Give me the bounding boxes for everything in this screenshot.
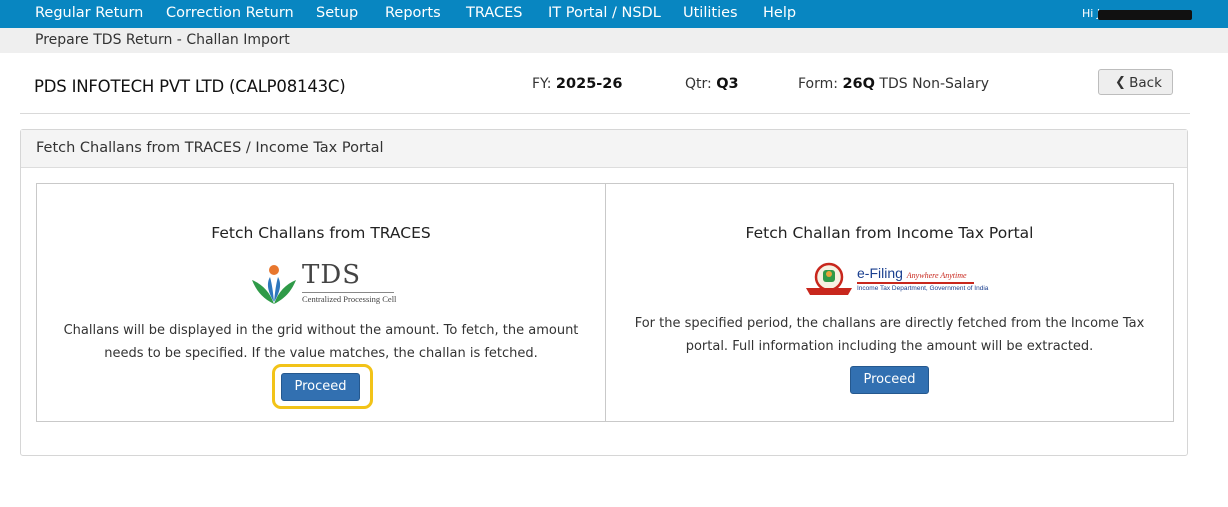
fy-value: 2025-26 <box>555 76 623 92</box>
efiling-logo-subtitle: Income Tax Department, Government of Ind… <box>857 285 989 292</box>
fy-label: FY: <box>532 76 552 92</box>
menu-setup[interactable]: Setup <box>316 0 358 27</box>
tds-cpc-logo: TDS Centralized Processing Cell <box>248 260 398 308</box>
form-info: Form: 26Q TDS Non-Salary <box>798 76 989 92</box>
top-nav-bar: Regular Return Correction Return Setup R… <box>0 0 1228 28</box>
back-button-label: Back <box>1129 75 1162 91</box>
efiling-logo-text: e-Filing Anywhere Anytime <box>857 265 967 281</box>
company-name: PDS INFOTECH PVT LTD (CALP08143C) <box>34 77 346 96</box>
efiling-logo: e-Filing Anywhere Anytime Income Tax Dep… <box>804 262 988 302</box>
panel-title: Fetch Challans from TRACES / Income Tax … <box>36 140 384 156</box>
highlight-box <box>272 364 373 409</box>
chevron-left-icon: ❮ <box>1115 75 1126 90</box>
back-button[interactable]: ❮ Back <box>1098 69 1173 95</box>
efiling-underline <box>857 282 974 284</box>
form-description: TDS Non-Salary <box>879 76 990 92</box>
national-emblem-icon <box>806 262 852 295</box>
qtr-info: Qtr: Q3 <box>685 76 739 92</box>
menu-regular-return[interactable]: Regular Return <box>35 0 143 27</box>
qtr-label: Qtr: <box>685 76 712 92</box>
efiling-tagline: Anywhere Anytime <box>906 271 967 280</box>
header-divider <box>20 113 1190 114</box>
panel-header: Fetch Challans from TRACES / Income Tax … <box>21 130 1187 168</box>
menu-utilities[interactable]: Utilities <box>683 0 738 27</box>
form-label: Form: <box>798 76 838 92</box>
breadcrumb-bar: Prepare TDS Return - Challan Import <box>0 28 1228 53</box>
menu-traces[interactable]: TRACES <box>466 0 523 27</box>
qtr-value: Q3 <box>716 76 739 92</box>
portal-card-title: Fetch Challan from Income Tax Portal <box>745 224 1034 242</box>
income-tax-portal-card: Fetch Challan from Income Tax Portal e-F… <box>605 183 1174 422</box>
menu-it-portal-nsdl[interactable]: IT Portal / NSDL <box>548 0 661 27</box>
tds-logo-text: TDS <box>302 260 361 290</box>
menu-reports[interactable]: Reports <box>385 0 441 27</box>
traces-card-title: Fetch Challans from TRACES <box>211 224 431 242</box>
menu-correction-return[interactable]: Correction Return <box>166 0 294 27</box>
tds-emblem-icon <box>252 265 296 304</box>
redacted-username <box>1098 10 1192 20</box>
portal-card-description: For the specified period, the challans a… <box>634 316 1145 354</box>
efiling-word: e-Filing <box>857 265 903 281</box>
tds-logo-subtitle: Centralized Processing Cell <box>302 292 397 304</box>
form-value: 26Q <box>842 76 875 92</box>
menu-help[interactable]: Help <box>763 0 796 27</box>
traces-card-description: Challans will be displayed in the grid w… <box>63 323 579 361</box>
breadcrumb: Prepare TDS Return - Challan Import <box>35 32 290 48</box>
portal-proceed-button[interactable]: Proceed <box>850 366 929 394</box>
fy-info: FY: 2025-26 <box>532 76 622 92</box>
